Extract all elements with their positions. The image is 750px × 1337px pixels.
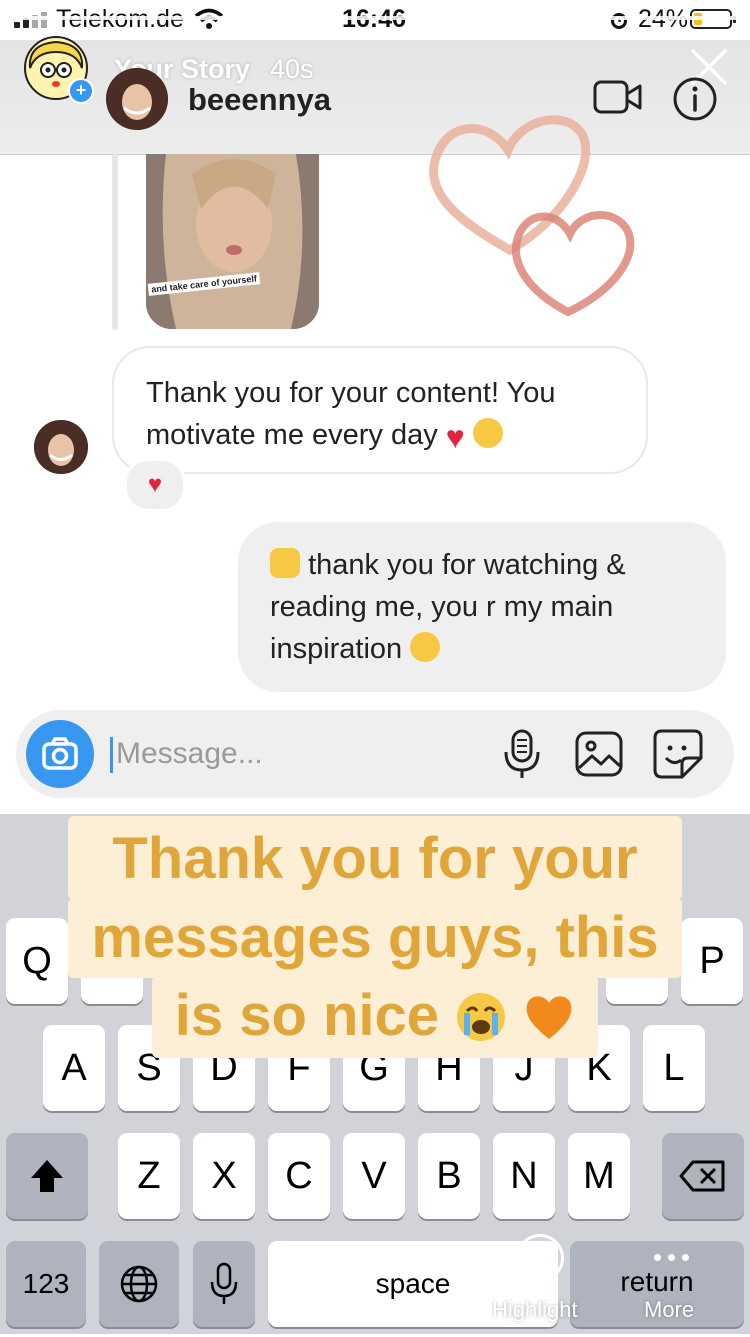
story-text-line: messages guys, this	[68, 898, 682, 978]
story-progress-segment	[8, 16, 246, 20]
key-v[interactable]: V	[343, 1133, 405, 1219]
kiss-face-emoji	[472, 418, 503, 448]
key-q[interactable]: Q	[6, 918, 68, 1004]
incoming-message[interactable]: Thank you for your content! You motivate…	[112, 346, 648, 474]
signal-icon	[14, 12, 48, 28]
decorative-hearts	[429, 115, 635, 317]
key-c[interactable]: C	[268, 1133, 330, 1219]
key-x[interactable]: X	[193, 1133, 255, 1219]
story-text-line-1: Thank you for your	[112, 826, 638, 891]
orange-heart-emoji	[526, 996, 572, 1039]
profile-photo	[34, 420, 88, 474]
more-dots-icon[interactable]	[654, 1254, 690, 1262]
gallery-icon[interactable]	[574, 730, 624, 778]
dictation-icon	[210, 1262, 238, 1304]
numbers-key[interactable]: 123	[6, 1241, 86, 1327]
story-text-line-3: is so nice	[174, 983, 440, 1048]
key-m[interactable]: M	[568, 1133, 630, 1219]
profile-photo	[106, 68, 168, 130]
plus-badge-icon[interactable]: +	[68, 78, 94, 104]
crying-face-emoji	[457, 993, 506, 1041]
highlight-label[interactable]: Highlight	[492, 1297, 578, 1323]
info-icon[interactable]	[672, 76, 718, 122]
red-heart-emoji: ♥	[445, 419, 465, 455]
heart-outline-icon	[528, 1248, 552, 1268]
globe-key[interactable]	[99, 1241, 179, 1327]
story-thumbnail-photo	[146, 154, 319, 329]
heart-reaction[interactable]: ♥	[124, 458, 186, 512]
video-call-icon[interactable]	[593, 78, 643, 116]
story-reply-thumbnail[interactable]	[146, 154, 319, 329]
status-bar: Telekom.de 16:46 24%	[0, 0, 750, 40]
red-heart-emoji: ♥	[147, 471, 163, 498]
globe-icon	[120, 1265, 158, 1303]
more-label[interactable]: More	[644, 1297, 694, 1323]
dictation-key[interactable]	[193, 1241, 255, 1327]
raising-hands-emoji	[270, 548, 300, 578]
message-input[interactable]	[116, 734, 476, 774]
text-caret	[110, 737, 113, 773]
key-n[interactable]: N	[493, 1133, 555, 1219]
shift-icon	[31, 1160, 63, 1192]
smiling-hearts-emoji	[410, 632, 441, 662]
story-age: 40s	[270, 54, 314, 84]
story-text-line-2: messages guys, this	[91, 905, 659, 970]
story-text-line: Thank you for your	[68, 816, 682, 900]
key-a[interactable]: A	[43, 1025, 105, 1111]
highlight-heart-icon[interactable]	[516, 1234, 564, 1282]
chat-avatar[interactable]	[106, 68, 168, 130]
camera-icon	[42, 737, 78, 770]
reply-thread-line	[112, 154, 118, 330]
key-p[interactable]: P	[681, 918, 743, 1004]
microphone-icon[interactable]	[500, 728, 544, 780]
alarm-icon	[611, 13, 627, 29]
chat-username[interactable]: beeennya	[188, 82, 331, 118]
outgoing-message[interactable]: thank you for watching & reading me, you…	[238, 522, 726, 692]
story-text-line: is so nice	[152, 976, 598, 1058]
key-b[interactable]: B	[418, 1133, 480, 1219]
key-l[interactable]: L	[643, 1025, 705, 1111]
sticker-icon[interactable]	[652, 728, 704, 780]
key-z[interactable]: Z	[118, 1133, 180, 1219]
story-progress-segment	[504, 16, 742, 20]
delete-icon	[679, 1160, 725, 1192]
outgoing-message-text: thank you for watching & reading me, you…	[270, 549, 626, 665]
story-progress-segment	[256, 16, 494, 20]
delete-key[interactable]	[662, 1133, 744, 1219]
camera-button[interactable]	[26, 720, 94, 788]
sender-avatar[interactable]	[34, 420, 88, 474]
shift-key[interactable]	[6, 1133, 88, 1219]
